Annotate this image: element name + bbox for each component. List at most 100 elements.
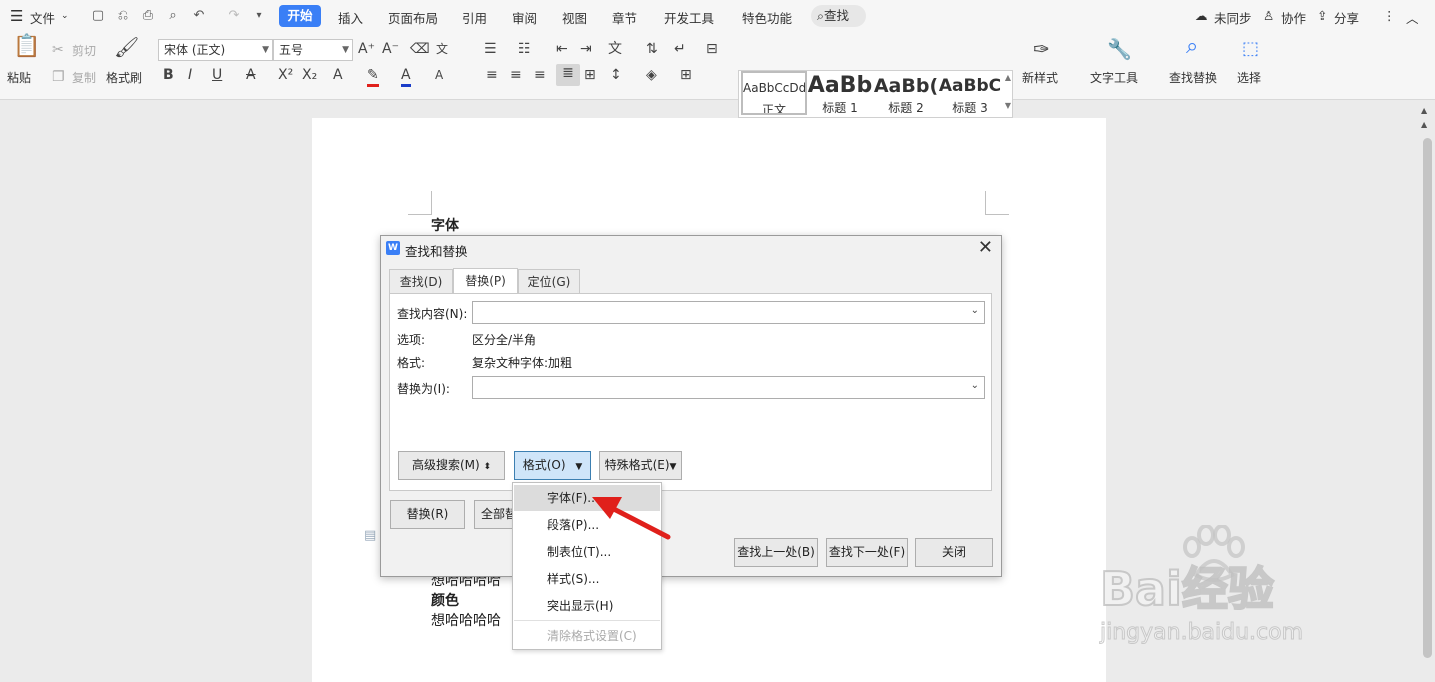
line-spacing-icon[interactable]: ↕ bbox=[610, 66, 622, 84]
font-name-select[interactable]: 宋体 (正文) ▼ bbox=[158, 39, 273, 61]
tab-find[interactable]: 查找(D) bbox=[389, 269, 453, 293]
more-icon[interactable]: ▾ bbox=[250, 7, 268, 25]
tab-home[interactable]: 开始 bbox=[279, 5, 321, 27]
close-icon[interactable]: ✕ bbox=[978, 237, 993, 258]
tab-goto[interactable]: 定位(G) bbox=[518, 269, 580, 293]
scroll-up-icon[interactable]: ▲ bbox=[1005, 73, 1011, 82]
replace-input[interactable]: ⌄ bbox=[472, 376, 985, 399]
scrollbar-thumb[interactable] bbox=[1423, 138, 1432, 658]
align-left-icon[interactable]: ≡ bbox=[486, 66, 498, 84]
grow-font-icon[interactable]: A⁺ bbox=[358, 40, 375, 58]
superscript-icon[interactable]: X² bbox=[278, 66, 293, 84]
redo-icon[interactable]: ↷ bbox=[225, 7, 243, 25]
decrease-indent-icon[interactable]: ⇤ bbox=[556, 40, 568, 58]
text-tools-button[interactable]: 文字工具 bbox=[1090, 69, 1138, 86]
phonetic-icon[interactable]: 文 bbox=[436, 40, 448, 58]
text-effect-icon[interactable]: A bbox=[333, 66, 343, 84]
strikethrough-icon[interactable]: A bbox=[246, 66, 256, 84]
increase-indent-icon[interactable]: ⇥ bbox=[580, 40, 592, 58]
close-button[interactable]: 关闭 bbox=[915, 538, 993, 567]
wrench-icon[interactable]: 🔧 bbox=[1107, 39, 1132, 59]
scroll-up-icon[interactable]: ▲ bbox=[1421, 106, 1427, 115]
more-vertical-icon[interactable]: ⋮ bbox=[1383, 8, 1396, 23]
doc-heading: 颜色 bbox=[431, 593, 459, 609]
distributed-icon[interactable]: ⊞ bbox=[584, 66, 596, 84]
subscript-icon[interactable]: X₂ bbox=[302, 66, 317, 84]
numbered-list-icon[interactable]: ☷ bbox=[518, 40, 531, 58]
new-style-icon[interactable]: ✑ bbox=[1033, 39, 1050, 59]
cloud-save-icon[interactable]: ⎌ bbox=[114, 7, 132, 25]
chevron-down-icon[interactable]: ⌄ bbox=[971, 305, 979, 316]
undo-icon[interactable]: ↶ bbox=[190, 7, 208, 25]
shading-icon[interactable]: ◈ bbox=[646, 66, 657, 84]
find-replace-icon[interactable]: ⌕ bbox=[1186, 36, 1198, 58]
find-input[interactable]: ⌄ bbox=[472, 301, 985, 324]
tab-developer[interactable]: 开发工具 bbox=[664, 8, 714, 27]
select-icon[interactable]: ⬚ bbox=[1242, 40, 1259, 58]
save-icon[interactable]: ▢ bbox=[89, 7, 107, 25]
bold-icon[interactable]: B bbox=[163, 66, 174, 84]
share-button[interactable]: 分享 bbox=[1334, 8, 1359, 27]
sort-icon[interactable]: ⇅ bbox=[646, 40, 658, 58]
paste-icon[interactable]: 📋 bbox=[13, 36, 40, 58]
underline-icon[interactable]: U bbox=[212, 66, 222, 84]
print-preview-icon[interactable]: ⌕ bbox=[164, 7, 182, 25]
find-next-button[interactable]: 查找下一处(F) bbox=[826, 538, 908, 567]
tab-review[interactable]: 审阅 bbox=[512, 8, 537, 27]
special-format-button[interactable]: 特殊格式(E)▼ bbox=[599, 451, 682, 480]
tab-special-features[interactable]: 特色功能 bbox=[742, 8, 792, 27]
clear-format-icon[interactable]: ⌫ bbox=[410, 40, 430, 58]
menu-item-style[interactable]: 样式(S)... bbox=[514, 566, 660, 592]
tab-chapter[interactable]: 章节 bbox=[612, 8, 637, 27]
style-heading-2[interactable]: AaBb( 标题 2 bbox=[873, 71, 939, 117]
replace-label: 替换为(I): bbox=[397, 382, 450, 396]
format-button[interactable]: 格式(O) ▼ bbox=[514, 451, 591, 480]
tab-references[interactable]: 引用 bbox=[462, 8, 487, 27]
format-painter-button[interactable]: 格式刷 bbox=[106, 69, 142, 86]
collapse-ribbon-icon[interactable]: ︿ bbox=[1406, 8, 1419, 27]
hamburger-icon[interactable]: ☰ bbox=[10, 7, 23, 25]
shrink-font-icon[interactable]: A⁻ bbox=[382, 40, 399, 58]
new-style-button[interactable]: 新样式 bbox=[1022, 69, 1058, 86]
find-replace-button[interactable]: 查找替换 bbox=[1169, 69, 1217, 86]
replace-button[interactable]: 替换(R) bbox=[390, 500, 465, 529]
highlight-icon[interactable]: ✎ bbox=[367, 66, 379, 87]
align-right-icon[interactable]: ≡ bbox=[534, 66, 546, 84]
tab-stops-icon[interactable]: ⊟ bbox=[706, 40, 718, 58]
justify-icon[interactable]: ≣ bbox=[556, 64, 580, 86]
select-button[interactable]: 选择 bbox=[1237, 69, 1261, 86]
advanced-search-button[interactable]: 高级搜索(M) ⬍ bbox=[398, 451, 505, 480]
tab-view[interactable]: 视图 bbox=[562, 8, 587, 27]
chevron-down-icon[interactable]: ⌄ bbox=[971, 380, 979, 391]
search-box[interactable]: ⌕查找 bbox=[811, 5, 866, 27]
tab-replace[interactable]: 替换(P) bbox=[453, 268, 518, 294]
paste-button[interactable]: 粘贴 bbox=[7, 69, 31, 86]
collaborate-button[interactable]: 协作 bbox=[1281, 8, 1306, 27]
tab-page-layout[interactable]: 页面布局 bbox=[388, 8, 438, 27]
scroll-top-icon[interactable]: ▲ bbox=[1421, 120, 1427, 129]
italic-icon[interactable]: I bbox=[188, 66, 192, 84]
font-size-select[interactable]: 五号 ▼ bbox=[273, 39, 353, 61]
format-painter-icon[interactable]: 🖌 bbox=[114, 37, 139, 57]
style-heading-1[interactable]: AaBb 标题 1 bbox=[807, 71, 873, 117]
style-normal[interactable]: AaBbCcDd 正文 bbox=[741, 71, 807, 115]
font-color-icon[interactable]: A bbox=[401, 66, 411, 87]
chinese-layout-icon[interactable]: 文 bbox=[608, 40, 622, 58]
cut-button[interactable]: 剪切 bbox=[72, 42, 96, 59]
copy-button[interactable]: 复制 bbox=[72, 69, 96, 86]
chevron-down-icon[interactable]: ⌄ bbox=[61, 11, 69, 21]
char-border-icon[interactable]: A bbox=[435, 66, 443, 84]
style-heading-3[interactable]: AaBbC 标题 3 bbox=[937, 71, 1003, 117]
tab-insert[interactable]: 插入 bbox=[338, 8, 363, 27]
borders-icon[interactable]: ⊞ bbox=[680, 66, 692, 84]
scroll-down-icon[interactable]: ▼ bbox=[1005, 101, 1011, 110]
print-icon[interactable]: ⎙ bbox=[139, 7, 157, 25]
align-center-icon[interactable]: ≡ bbox=[510, 66, 522, 84]
bullet-list-icon[interactable]: ☰ bbox=[484, 40, 497, 58]
show-marks-icon[interactable]: ↵ bbox=[674, 40, 686, 58]
menu-item-highlight[interactable]: 突出显示(H) bbox=[514, 593, 660, 619]
find-previous-button[interactable]: 查找上一处(B) bbox=[734, 538, 818, 567]
file-menu[interactable]: 文件 bbox=[30, 8, 55, 27]
vertical-scrollbar[interactable]: ▲ ▲ bbox=[1417, 100, 1435, 682]
sync-status[interactable]: 未同步 bbox=[1214, 8, 1252, 27]
